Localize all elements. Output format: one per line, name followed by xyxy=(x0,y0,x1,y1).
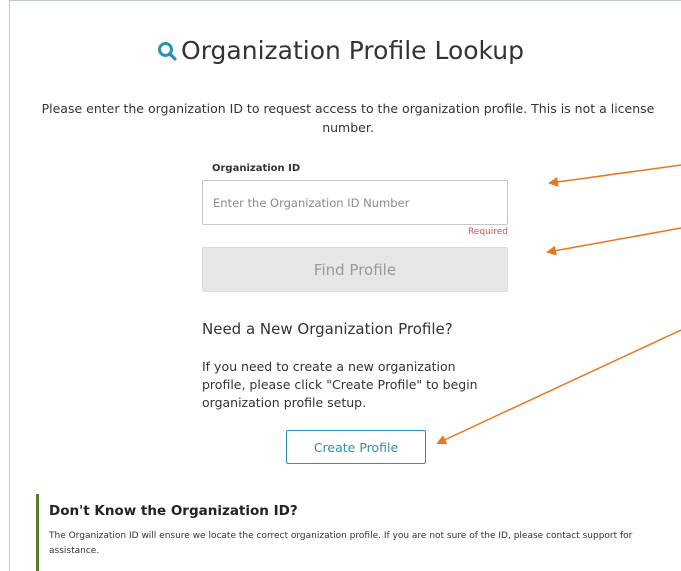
search-icon xyxy=(157,38,177,61)
info-panel: Don't Know the Organization ID? The Orga… xyxy=(36,494,676,571)
new-profile-heading: Need a New Organization Profile? xyxy=(202,320,453,338)
info-heading: Don't Know the Organization ID? xyxy=(49,503,298,519)
page-title-text: Organization Profile Lookup xyxy=(181,36,524,65)
required-message: Required xyxy=(467,227,508,237)
intro-text: Please enter the organization ID to requ… xyxy=(41,101,655,135)
organization-id-input[interactable] xyxy=(202,180,508,225)
info-text: The Organization ID will ensure we locat… xyxy=(49,531,633,556)
create-profile-button[interactable]: Create Profile xyxy=(286,430,426,464)
find-profile-button[interactable]: Find Profile xyxy=(202,247,508,292)
new-profile-text: If you need to create a new organization… xyxy=(202,359,478,410)
organization-id-label: Organization ID xyxy=(212,163,301,174)
page-title: Organization Profile Lookup xyxy=(0,36,681,65)
